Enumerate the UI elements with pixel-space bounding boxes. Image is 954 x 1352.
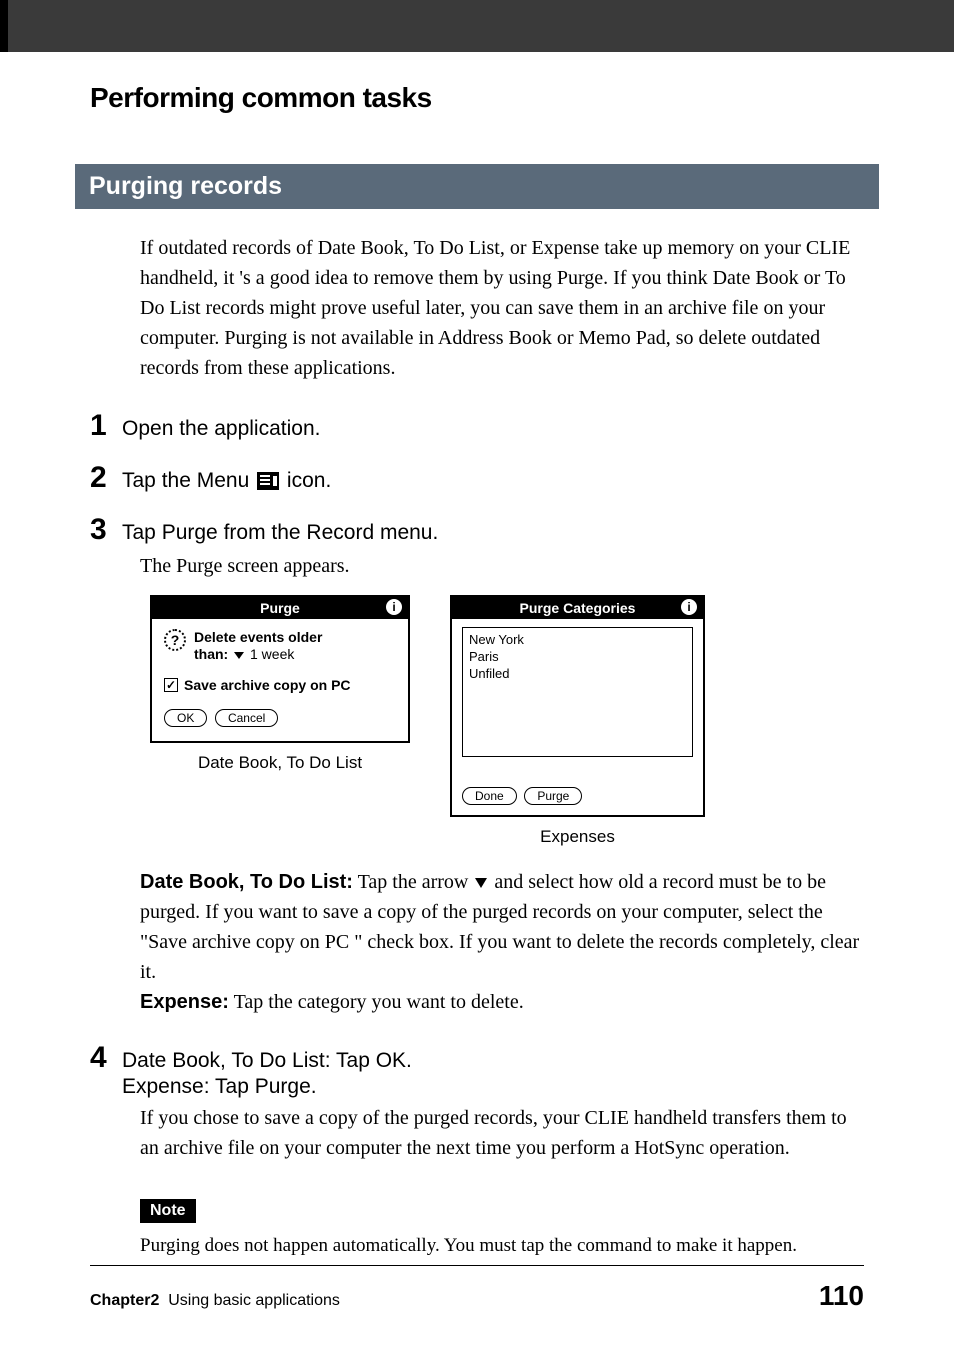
step-1: 1 Open the application. xyxy=(90,409,864,443)
done-button[interactable]: Done xyxy=(462,787,517,805)
step-text: Tap the Menu icon. xyxy=(122,469,331,493)
step-number: 1 xyxy=(90,409,114,443)
screenshot-categories: Purge Categories i New York Paris Unfile… xyxy=(450,595,705,847)
delete-events-label: Delete events olderthan: 1 week xyxy=(194,629,322,663)
step-subtext: The Purge screen appears. xyxy=(140,551,864,581)
arrow-down-icon xyxy=(475,878,487,888)
step-text: Tap Purge from the Record menu. xyxy=(122,521,438,545)
step-4: 4 Date Book, To Do List: Tap OK. Expense… xyxy=(90,1041,864,1163)
archive-checkbox-row[interactable]: ✓ Save archive copy on PC xyxy=(164,677,396,693)
dialog-title: Purge i xyxy=(152,597,408,619)
screenshot-caption: Date Book, To Do List xyxy=(198,753,362,773)
screenshot-purge: Purge i ? Delete events olderthan: 1 wee… xyxy=(150,595,410,847)
step-text-after: icon. xyxy=(281,469,331,492)
screenshots-row: Purge i ? Delete events olderthan: 1 wee… xyxy=(150,595,864,847)
top-bar xyxy=(0,0,954,52)
category-list[interactable]: New York Paris Unfiled xyxy=(462,627,693,757)
duration-value[interactable]: 1 week xyxy=(250,646,294,662)
question-icon: ? xyxy=(164,629,186,651)
note-text: Purging does not happen automatically. Y… xyxy=(140,1233,864,1260)
ok-button[interactable]: OK xyxy=(164,709,207,727)
step-3: 3 Tap Purge from the Record menu. The Pu… xyxy=(90,513,864,1017)
dropdown-arrow-icon[interactable] xyxy=(234,652,244,659)
step-number: 3 xyxy=(90,513,114,547)
purge-button[interactable]: Purge xyxy=(524,787,582,805)
list-item[interactable]: Unfiled xyxy=(469,666,686,683)
step-number: 2 xyxy=(90,461,114,495)
info-icon[interactable]: i xyxy=(386,599,402,615)
step-text-b: Expense: Tap Purge. xyxy=(122,1075,864,1099)
explanation-block: Date Book, To Do List: Tap the arrow and… xyxy=(140,867,864,1017)
chapter-title: Using basic applications xyxy=(168,1292,340,1309)
section-heading: Purging records xyxy=(75,164,879,209)
info-icon[interactable]: i xyxy=(681,599,697,615)
step-text: Open the application. xyxy=(122,417,320,441)
dialog-title: Purge Categories i xyxy=(452,597,703,619)
page-footer: Chapter2 Using basic applications 110 xyxy=(90,1265,864,1312)
screenshot-caption: Expenses xyxy=(540,827,615,847)
menu-icon xyxy=(257,472,279,490)
list-item[interactable]: New York xyxy=(469,632,686,649)
page-title: Performing common tasks xyxy=(90,82,864,114)
step-number: 4 xyxy=(90,1041,114,1075)
expense-label: Expense: xyxy=(140,991,229,1013)
checkbox-icon[interactable]: ✓ xyxy=(164,678,178,692)
note-label: Note xyxy=(140,1199,196,1223)
step-subtext: If you chose to save a copy of the purge… xyxy=(140,1103,864,1163)
expense-text: Tap the category you want to delete. xyxy=(229,991,524,1013)
db-text-1: Tap the arrow xyxy=(353,871,473,893)
step-text-before: Tap the Menu xyxy=(122,469,255,492)
step-text: Date Book, To Do List: Tap OK. xyxy=(122,1049,412,1073)
checkbox-label: Save archive copy on PC xyxy=(184,677,351,693)
page-number: 110 xyxy=(819,1280,864,1312)
cancel-button[interactable]: Cancel xyxy=(215,709,278,727)
db-label: Date Book, To Do List: xyxy=(140,871,353,893)
chapter-label: Chapter2 xyxy=(90,1292,159,1309)
list-item[interactable]: Paris xyxy=(469,649,686,666)
intro-paragraph: If outdated records of Date Book, To Do … xyxy=(140,233,864,383)
step-2: 2 Tap the Menu icon. xyxy=(90,461,864,495)
